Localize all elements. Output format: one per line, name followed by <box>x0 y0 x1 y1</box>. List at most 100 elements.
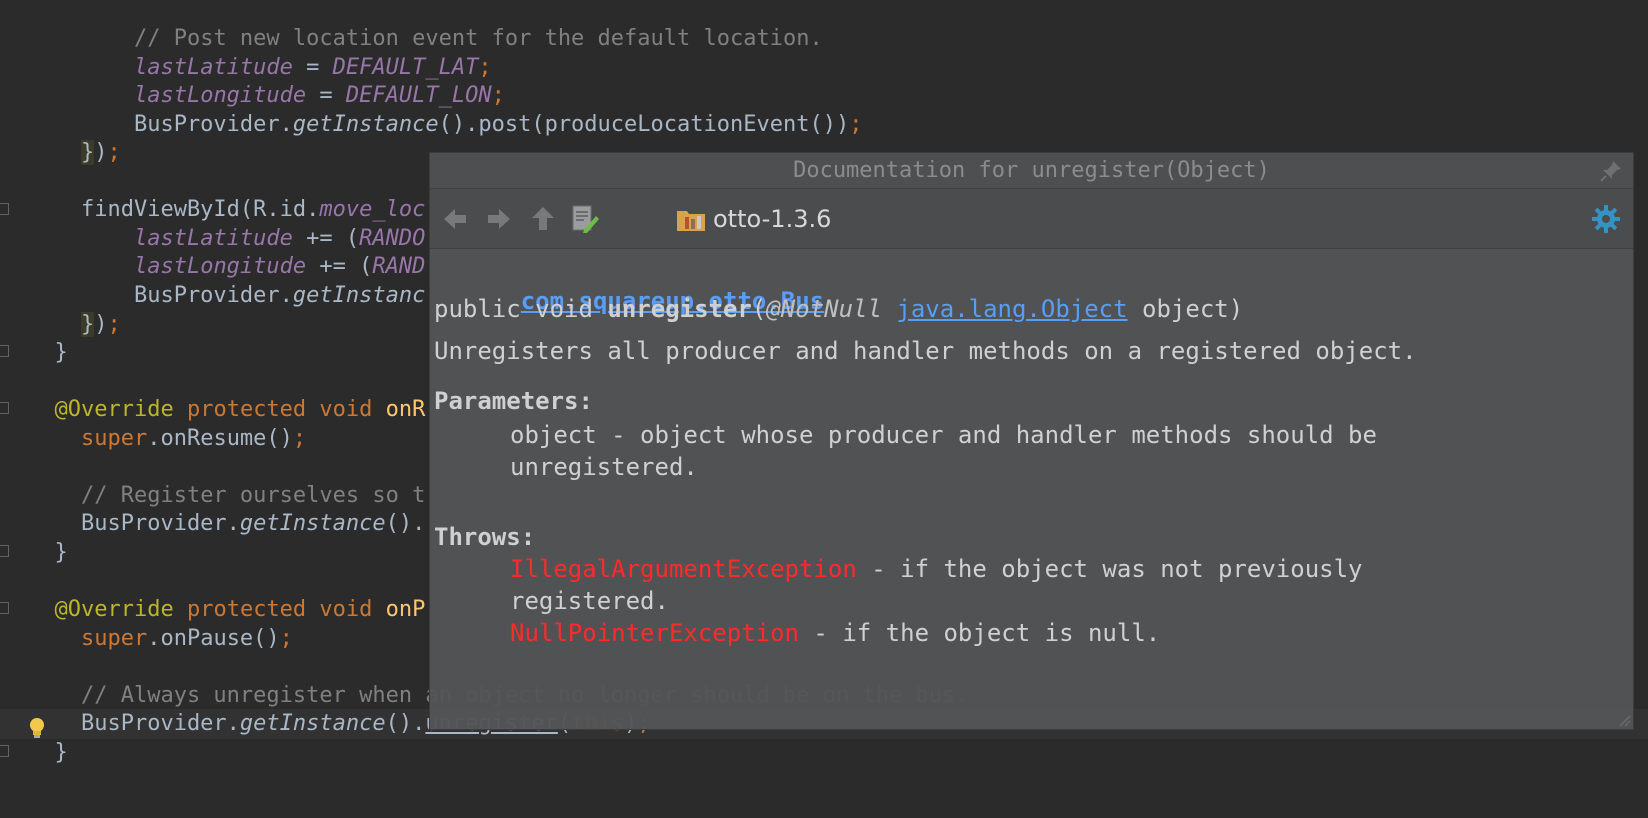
lightbulb-icon[interactable] <box>26 716 48 740</box>
code-token: DEFAULT_LON <box>345 83 492 109</box>
throws-heading: Throws: <box>434 523 536 551</box>
param-description-cont: unregistered. <box>510 453 698 481</box>
code-token: BusProvider. <box>28 511 240 537</box>
throws-entry: NullPointerException - if the object is … <box>510 617 1160 649</box>
code-line[interactable]: lastLatitude = DEFAULT_LAT; <box>0 53 1648 83</box>
code-token: BusProvider. <box>28 111 293 137</box>
code-token: ; <box>478 54 492 80</box>
code-token: getInstanc <box>292 282 426 308</box>
code-token: protected void <box>186 397 373 423</box>
forward-arrow-icon[interactable] <box>482 202 516 236</box>
param-type-link[interactable]: java.lang.Object <box>896 295 1127 323</box>
code-token: protected void <box>186 597 373 622</box>
exception-name[interactable]: IllegalArgumentException <box>510 555 857 583</box>
code-token: } <box>80 311 95 337</box>
exception-description: - if the object is null. <box>798 619 1161 647</box>
code-token: } <box>28 340 68 366</box>
code-token: @Override <box>54 597 174 622</box>
code-token: lastLongitude <box>133 254 307 280</box>
exception-description: - if the object was not previously <box>856 555 1363 583</box>
code-token: onP <box>385 597 426 622</box>
signature-method: unregister <box>607 295 752 323</box>
code-token: RAND <box>372 254 426 280</box>
up-arrow-icon[interactable] <box>526 202 560 236</box>
code-token: BusProvider. <box>28 711 240 737</box>
code-token: // Post new location event for the defau… <box>133 26 823 51</box>
signature-space <box>882 295 896 323</box>
method-description: Unregisters all producer and handler met… <box>434 337 1417 365</box>
code-token: getInstance <box>239 511 386 537</box>
code-token: ; <box>279 625 293 651</box>
library-label: otto-1.3.6 <box>713 205 832 233</box>
code-token: .onPause() <box>147 625 280 651</box>
back-arrow-icon[interactable] <box>438 202 472 236</box>
code-token: super <box>80 425 148 451</box>
popup-toolbar: otto-1.3.6 <box>430 189 1633 249</box>
code-token: lastLongitude <box>133 83 307 109</box>
edit-source-icon[interactable] <box>568 202 602 236</box>
code-token: getInstance <box>292 111 439 137</box>
code-token: } <box>28 539 68 565</box>
code-token: ; <box>491 83 505 109</box>
code-line[interactable]: } <box>0 738 1648 768</box>
code-token: ; <box>849 111 863 137</box>
code-token: lastLatitude <box>133 54 293 80</box>
signature-open: ( <box>751 295 767 323</box>
gear-icon[interactable] <box>1591 204 1621 234</box>
code-token: getInstance <box>239 711 386 737</box>
signature-suffix: object) <box>1127 295 1244 323</box>
code-token: } <box>28 739 68 765</box>
code-token: super <box>80 625 148 651</box>
code-token: @Override <box>54 397 174 423</box>
popup-title: Documentation for unregister(Object) <box>793 158 1270 183</box>
code-token: .onResume() <box>147 425 293 451</box>
pin-icon[interactable] <box>1597 157 1625 185</box>
code-token: ().post(produceLocationEvent()) <box>438 111 850 137</box>
signature-annotation: @NotNull <box>766 295 882 323</box>
code-line[interactable]: lastLongitude = DEFAULT_LON; <box>0 81 1648 111</box>
code-token: ) <box>94 311 108 337</box>
throws-entry: registered. <box>510 585 669 617</box>
throws-entry: IllegalArgumentException - if the object… <box>510 553 1363 585</box>
signature-prefix: public void <box>434 295 608 323</box>
parameters-heading: Parameters: <box>434 387 593 415</box>
code-token: } <box>80 140 95 166</box>
code-token: onR <box>385 397 426 423</box>
exception-description: registered. <box>510 587 669 615</box>
popup-title-bar[interactable]: Documentation for unregister(Object) <box>430 153 1633 189</box>
library-folder-icon <box>677 211 705 231</box>
code-token: += ( <box>306 254 373 280</box>
code-token: = <box>292 54 333 80</box>
exception-name[interactable]: NullPointerException <box>510 619 799 647</box>
method-signature: public void unregister(@NotNull java.lan… <box>434 293 1243 325</box>
code-token: BusProvider. <box>28 282 293 308</box>
code-token: ) <box>94 140 108 166</box>
code-token: += ( <box>292 225 360 251</box>
code-token: move_loc <box>319 197 426 223</box>
code-token: RANDO <box>359 225 426 251</box>
code-line[interactable]: // Post new location event for the defau… <box>0 24 1648 54</box>
resize-grip-icon[interactable] <box>1615 711 1631 727</box>
code-token: = <box>306 83 346 109</box>
code-token: ; <box>107 140 121 166</box>
code-line[interactable]: BusProvider.getInstance().post(produceLo… <box>0 110 1648 140</box>
code-token: (). <box>385 711 426 737</box>
code-token: ; <box>107 311 121 337</box>
documentation-popup[interactable]: Documentation for unregister(Object) ott… <box>429 152 1634 730</box>
